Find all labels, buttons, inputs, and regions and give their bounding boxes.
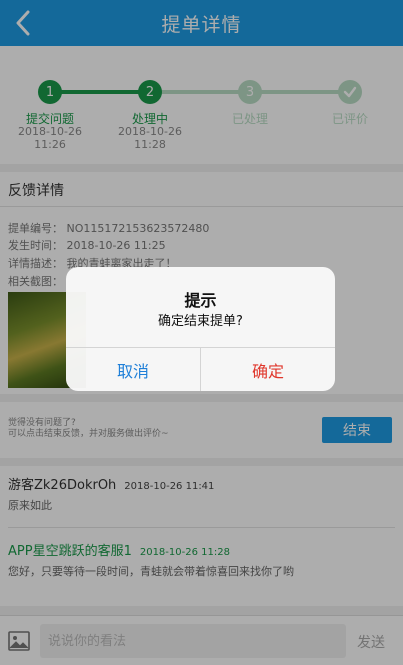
cancel-button[interactable]: 取消 <box>66 348 200 391</box>
confirm-dialog: 提示 确定结束提单? 取消 确定 <box>66 267 335 391</box>
confirm-button[interactable]: 确定 <box>201 348 335 391</box>
dialog-message: 确定结束提单? <box>158 314 243 329</box>
dialog-title: 提示 <box>184 291 217 310</box>
